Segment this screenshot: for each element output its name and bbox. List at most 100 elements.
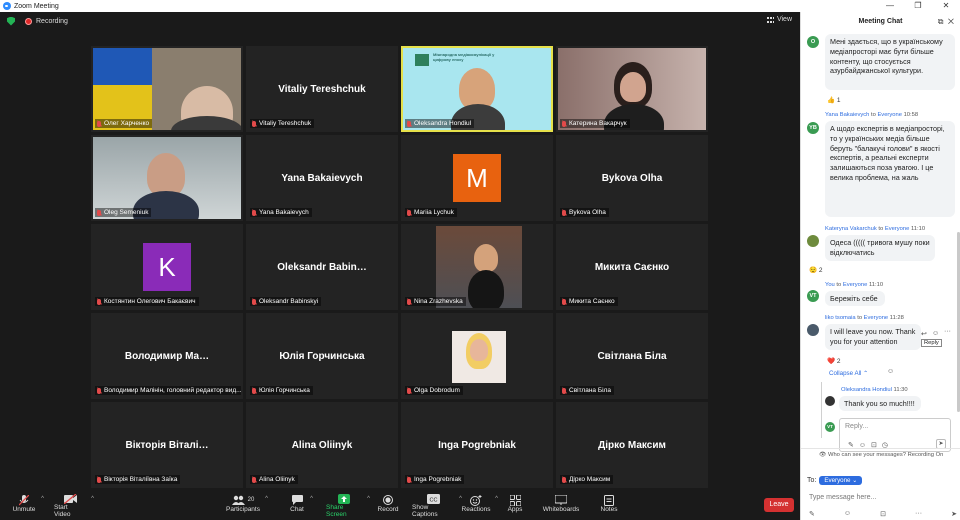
chat-header: Meeting Chat ⧉ ✕ <box>801 12 960 32</box>
chevron-up-icon[interactable]: ^ <box>41 496 44 502</box>
send-icon[interactable]: ➤ <box>951 510 957 518</box>
participant-tile[interactable]: Вікторія Віталі… Вікторія Віталіївна Заїк… <box>91 402 243 488</box>
reaction-badge[interactable]: ❤️ 2 <box>827 357 841 365</box>
participants-button[interactable]: 20 Participants ^ <box>226 494 268 518</box>
participant-name: Yana Bakaievych <box>259 209 309 216</box>
emoji-icon[interactable]: ☺ <box>932 330 939 337</box>
participant-tile[interactable]: Alina Oliinyk Alina Oliinyk <box>246 402 398 488</box>
participant-name: Alina Oliinyk <box>259 476 295 483</box>
recipient-select[interactable]: Everyone ⌄ <box>819 476 863 485</box>
meeting-toolbar: Unmute ^ Start Video ^ 20 Participants ^… <box>0 490 800 520</box>
whiteboards-button[interactable]: Whiteboards <box>542 494 580 518</box>
reaction-badge[interactable]: 😟 2 <box>809 266 823 274</box>
chevron-up-icon[interactable]: ^ <box>495 496 498 502</box>
apps-button[interactable]: Apps <box>506 494 524 518</box>
participant-name-tag: Світлана Біла <box>560 386 614 395</box>
popout-icon[interactable]: ⧉ <box>938 17 944 26</box>
participant-tile[interactable]: Міжнародна медіакомунікації у цифрову еп… <box>401 46 553 132</box>
participant-name-tag: Mariia Lychuk <box>405 208 457 217</box>
participant-tile[interactable]: Vitaliy Tereshchuk Vitaliy Tereshchuk <box>246 46 398 132</box>
avatar <box>807 324 819 336</box>
security-shield-icon[interactable] <box>7 16 15 26</box>
participant-tile[interactable]: Катерина Вакарчук <box>556 46 708 132</box>
recording-icon <box>25 17 32 25</box>
more-options-icon[interactable]: ··· <box>944 328 951 335</box>
eye-icon: 👁 <box>819 452 827 458</box>
chevron-up-icon[interactable]: ^ <box>91 496 94 502</box>
chat-button[interactable]: Chat ^ <box>289 494 313 518</box>
maximize-icon[interactable]: ❐ <box>904 0 932 12</box>
participant-tile[interactable]: Світлана Біла Світлана Біла <box>556 313 708 399</box>
sender-name: Oleksandra Hondiul <box>841 387 892 393</box>
participant-display-name: Vitaliy Tereshchuk <box>278 84 366 95</box>
participant-name: Mariia Lychuk <box>414 209 454 216</box>
participant-tile[interactable]: Володимир Ма… Володимир Малінін, головний… <box>91 313 243 399</box>
more-options-icon[interactable]: ··· <box>915 510 922 518</box>
close-window-icon[interactable]: ✕ <box>932 0 960 12</box>
notes-label: Notes <box>600 506 618 513</box>
chat-message: I will leave you now. Thank you for your… <box>825 324 921 350</box>
edit-icon[interactable]: ✎ <box>809 510 815 518</box>
chevron-up-icon[interactable]: ^ <box>265 496 268 502</box>
avatar: O <box>807 36 819 48</box>
sender-name: Kateryna Vakarchuk <box>825 226 877 232</box>
captions-icon: CC <box>426 494 440 504</box>
participant-tile[interactable]: Bykova Olha Bykova Olha <box>556 135 708 221</box>
participant-tile[interactable]: Микита Саєнко Микита Саєнко <box>556 224 708 310</box>
participant-tile[interactable]: Олег Харченко <box>91 46 243 132</box>
share-screen-label: Share Screen <box>326 504 347 518</box>
screenshot-icon[interactable]: ⊡ <box>880 510 886 518</box>
reply-input[interactable]: Reply... ✎☺⊡◷ ➤ <box>839 418 951 452</box>
participant-video <box>93 48 241 130</box>
participant-tile[interactable]: Oleg Semeniuk <box>91 135 243 221</box>
collapse-all-button[interactable]: Collapse All ⌃ <box>829 370 868 377</box>
chevron-up-icon[interactable]: ^ <box>310 496 313 502</box>
participant-avatar: M <box>453 154 501 202</box>
emoji-icon[interactable]: ☺ <box>844 510 851 518</box>
participant-name: Катерина Вакарчук <box>569 120 627 127</box>
sender-name: Yana Bakaievych <box>825 112 870 118</box>
reply-tooltip: Reply <box>921 339 942 347</box>
participant-tile[interactable]: Inga Pogrebniak Inga Pogrebniak <box>401 402 553 488</box>
reactions-button[interactable]: Reactions ^ <box>462 494 498 518</box>
minimize-icon[interactable]: — <box>876 0 904 12</box>
recipient: Everyone <box>884 226 910 232</box>
share-screen-button[interactable]: Share Screen ^ <box>326 494 370 518</box>
notes-button[interactable]: Notes <box>600 494 618 518</box>
close-chat-icon[interactable]: ✕ <box>948 17 954 26</box>
participant-tile[interactable]: K Костянтин Олегович Бакаєвич <box>91 224 243 310</box>
mic-muted-icon <box>97 298 101 305</box>
participant-name-tag: Inga Pogrebniak <box>405 475 465 484</box>
unmute-button[interactable]: Unmute ^ <box>12 494 44 518</box>
chevron-up-icon[interactable]: ^ <box>367 496 370 502</box>
record-button[interactable]: Record <box>378 494 398 518</box>
chat-bubble-icon <box>291 494 303 506</box>
leave-button[interactable]: Leave <box>764 498 794 512</box>
message-time: 11:28 <box>889 315 904 321</box>
show-captions-button[interactable]: CC Show Captions ^ <box>412 494 462 518</box>
meeting-area: Recording View Олег Харченко Vitaliy Tere… <box>0 12 800 520</box>
reaction-badge[interactable]: 👍 1 <box>827 96 841 104</box>
emoji-icon[interactable]: ☺ <box>887 368 894 375</box>
participant-tile[interactable]: Yana Bakaievych Yana Bakaievych <box>246 135 398 221</box>
participant-name: Юлія Горчинська <box>259 387 310 394</box>
participant-tile[interactable]: Дірко Максим Дірко Максим <box>556 402 708 488</box>
participant-tile[interactable]: Oleksandr Babin… Oleksandr Babinskyi <box>246 224 398 310</box>
participant-display-name: Oleksandr Babin… <box>277 262 367 273</box>
view-button[interactable]: View <box>766 16 792 23</box>
meeting-top-strip: Recording View <box>0 12 800 30</box>
participant-tile[interactable]: Nina Zrazhevska <box>401 224 553 310</box>
start-video-button[interactable]: Start Video ^ <box>54 494 94 518</box>
sender-name: liko tsomaia <box>825 315 856 321</box>
participant-tile[interactable]: Olga Dobrodum <box>401 313 553 399</box>
reply-icon[interactable]: ↩ <box>921 330 927 338</box>
participant-name-tag: Катерина Вакарчук <box>560 119 630 128</box>
mic-muted-icon <box>407 120 411 127</box>
avatar: VT <box>825 422 835 432</box>
privacy-note[interactable]: 👁 Who can see your messages? Recording O… <box>819 452 943 458</box>
whiteboards-label: Whiteboards <box>542 506 580 513</box>
participant-tile[interactable]: M Mariia Lychuk <box>401 135 553 221</box>
mic-muted-icon <box>19 494 29 506</box>
participant-tile[interactable]: Юлія Горчинська Юлія Горчинська <box>246 313 398 399</box>
message-input[interactable]: Type message here... <box>809 494 876 501</box>
